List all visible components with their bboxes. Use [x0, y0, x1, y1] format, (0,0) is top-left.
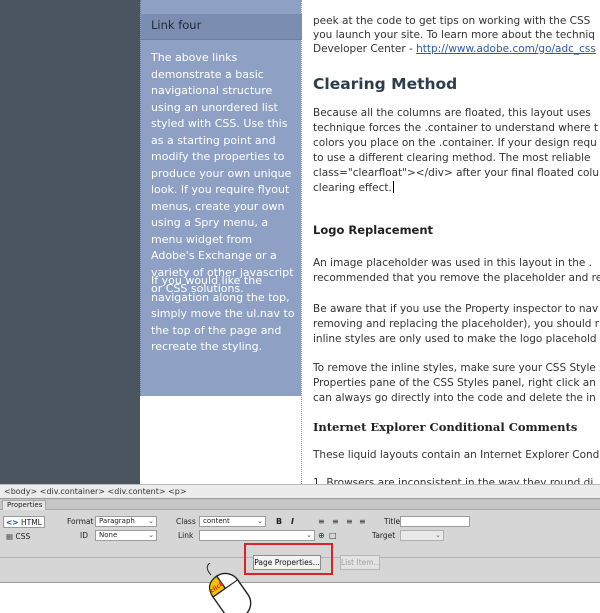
class-label: Class	[176, 517, 196, 526]
content-text-line: Be aware that if you use the Property in…	[313, 303, 599, 315]
code-icon: <>	[6, 518, 19, 527]
chevron-down-icon: ⌄	[148, 517, 154, 525]
content-text-line: inline styles are only used to make the …	[313, 333, 597, 345]
format-label: Format	[67, 517, 94, 526]
content-text-line: These liquid layouts contain an Internet…	[313, 449, 600, 461]
sidebar-paragraph: The above links demonstrate a basic navi…	[151, 51, 294, 295]
chevron-down-icon: ⌄	[257, 517, 263, 525]
chevron-down-icon: ⌄	[306, 531, 312, 539]
content-text-line: can always go directly into the code and…	[313, 392, 596, 404]
content-text-line: Developer Center - http://www.adobe.com/…	[313, 42, 596, 56]
content-text-line: peek at the code to get tips on working …	[313, 15, 591, 27]
content-text-line: An image placeholder was used in this la…	[313, 257, 592, 269]
sidebar-panel: Link four The above links demonstrate a …	[140, 0, 302, 396]
css-mode-label: CSS	[15, 532, 31, 541]
point-to-file-icon[interactable]: ⊕	[318, 531, 325, 540]
css-icon: ▦	[6, 532, 14, 541]
target-label: Target	[372, 531, 396, 540]
content-text-line: removing and replacing the placeholder),…	[313, 318, 600, 330]
indent-icon[interactable]: ≡	[359, 517, 366, 526]
format-select[interactable]: Paragraph ⌄	[95, 516, 157, 527]
content-text-line: technique forces the .container to under…	[313, 122, 598, 134]
link-label: Link	[178, 531, 194, 540]
outdent-icon[interactable]: ≡	[346, 517, 353, 526]
sidebar-column: Link four The above links demonstrate a …	[140, 0, 302, 484]
content-text-line: you launch your site. To learn more abou…	[313, 29, 595, 41]
list-item: 1. Browsers are inconsistent in the way …	[313, 477, 594, 484]
link-input[interactable]: ⌄	[199, 530, 315, 541]
content-text-line: To remove the inline styles, make sure y…	[313, 362, 596, 374]
css-mode-button[interactable]: ▦ CSS	[3, 530, 45, 542]
content-text: Developer Center -	[313, 43, 417, 55]
id-select[interactable]: None ⌄	[95, 530, 157, 541]
bold-button[interactable]: B	[276, 517, 282, 526]
content-text-line: Because all the columns are floated, thi…	[313, 107, 591, 119]
design-view[interactable]: Link four The above links demonstrate a …	[0, 0, 600, 484]
class-select[interactable]: content ⌄	[199, 516, 266, 527]
content-text-line: recommended that you remove the placehol…	[313, 272, 600, 284]
properties-tab[interactable]: Properties	[2, 500, 46, 510]
tag-selector[interactable]: <body> <div.container> <div.content> <p>	[0, 484, 600, 498]
id-label: ID	[80, 531, 88, 540]
italic-button[interactable]: I	[291, 517, 294, 526]
left-gutter	[0, 0, 140, 484]
list-item-button: List Item...	[340, 555, 381, 570]
html-mode-button[interactable]: <> HTML	[3, 516, 45, 528]
chevron-down-icon: ⌄	[435, 531, 441, 539]
browse-folder-icon[interactable]: □	[329, 531, 337, 540]
title-input[interactable]	[400, 516, 470, 527]
ie-comments-heading: Internet Explorer Conditional Comments	[313, 420, 578, 434]
id-value: None	[99, 531, 118, 539]
content-text-line: Properties pane of the CSS Styles panel,…	[313, 377, 596, 389]
content-text-line: colors you place on the .container. If y…	[313, 137, 597, 149]
content-column[interactable]: peek at the code to get tips on working …	[313, 0, 600, 484]
nav-link-four[interactable]: Link four	[141, 14, 302, 40]
logo-replacement-heading: Logo Replacement	[313, 223, 434, 237]
title-label: Title	[384, 517, 401, 526]
mouse-click-icon: click	[206, 563, 252, 613]
chevron-down-icon: ⌄	[148, 531, 154, 539]
ordered-list-icon[interactable]: ≡	[332, 517, 339, 526]
content-text-line: clearing effect.	[313, 181, 394, 194]
class-value: content	[203, 517, 230, 525]
target-select[interactable]: ⌄	[400, 530, 444, 541]
content-text-line: class="clearfloat"></div> after your fin…	[313, 167, 599, 179]
properties-tab-bar: Properties	[0, 499, 600, 510]
adobe-css-link[interactable]: http://www.adobe.com/go/adc_css	[416, 43, 596, 55]
html-mode-label: HTML	[20, 518, 42, 527]
text-cursor	[392, 181, 394, 193]
sidebar-paragraph: If you would like the navigation along t…	[151, 274, 295, 353]
mouse-cable	[206, 563, 212, 576]
unordered-list-icon[interactable]: ≡	[318, 517, 325, 526]
content-text-line: to use a different clearing method. The …	[313, 152, 591, 164]
format-value: Paragraph	[99, 517, 135, 525]
clearing-method-heading: Clearing Method	[313, 75, 458, 93]
